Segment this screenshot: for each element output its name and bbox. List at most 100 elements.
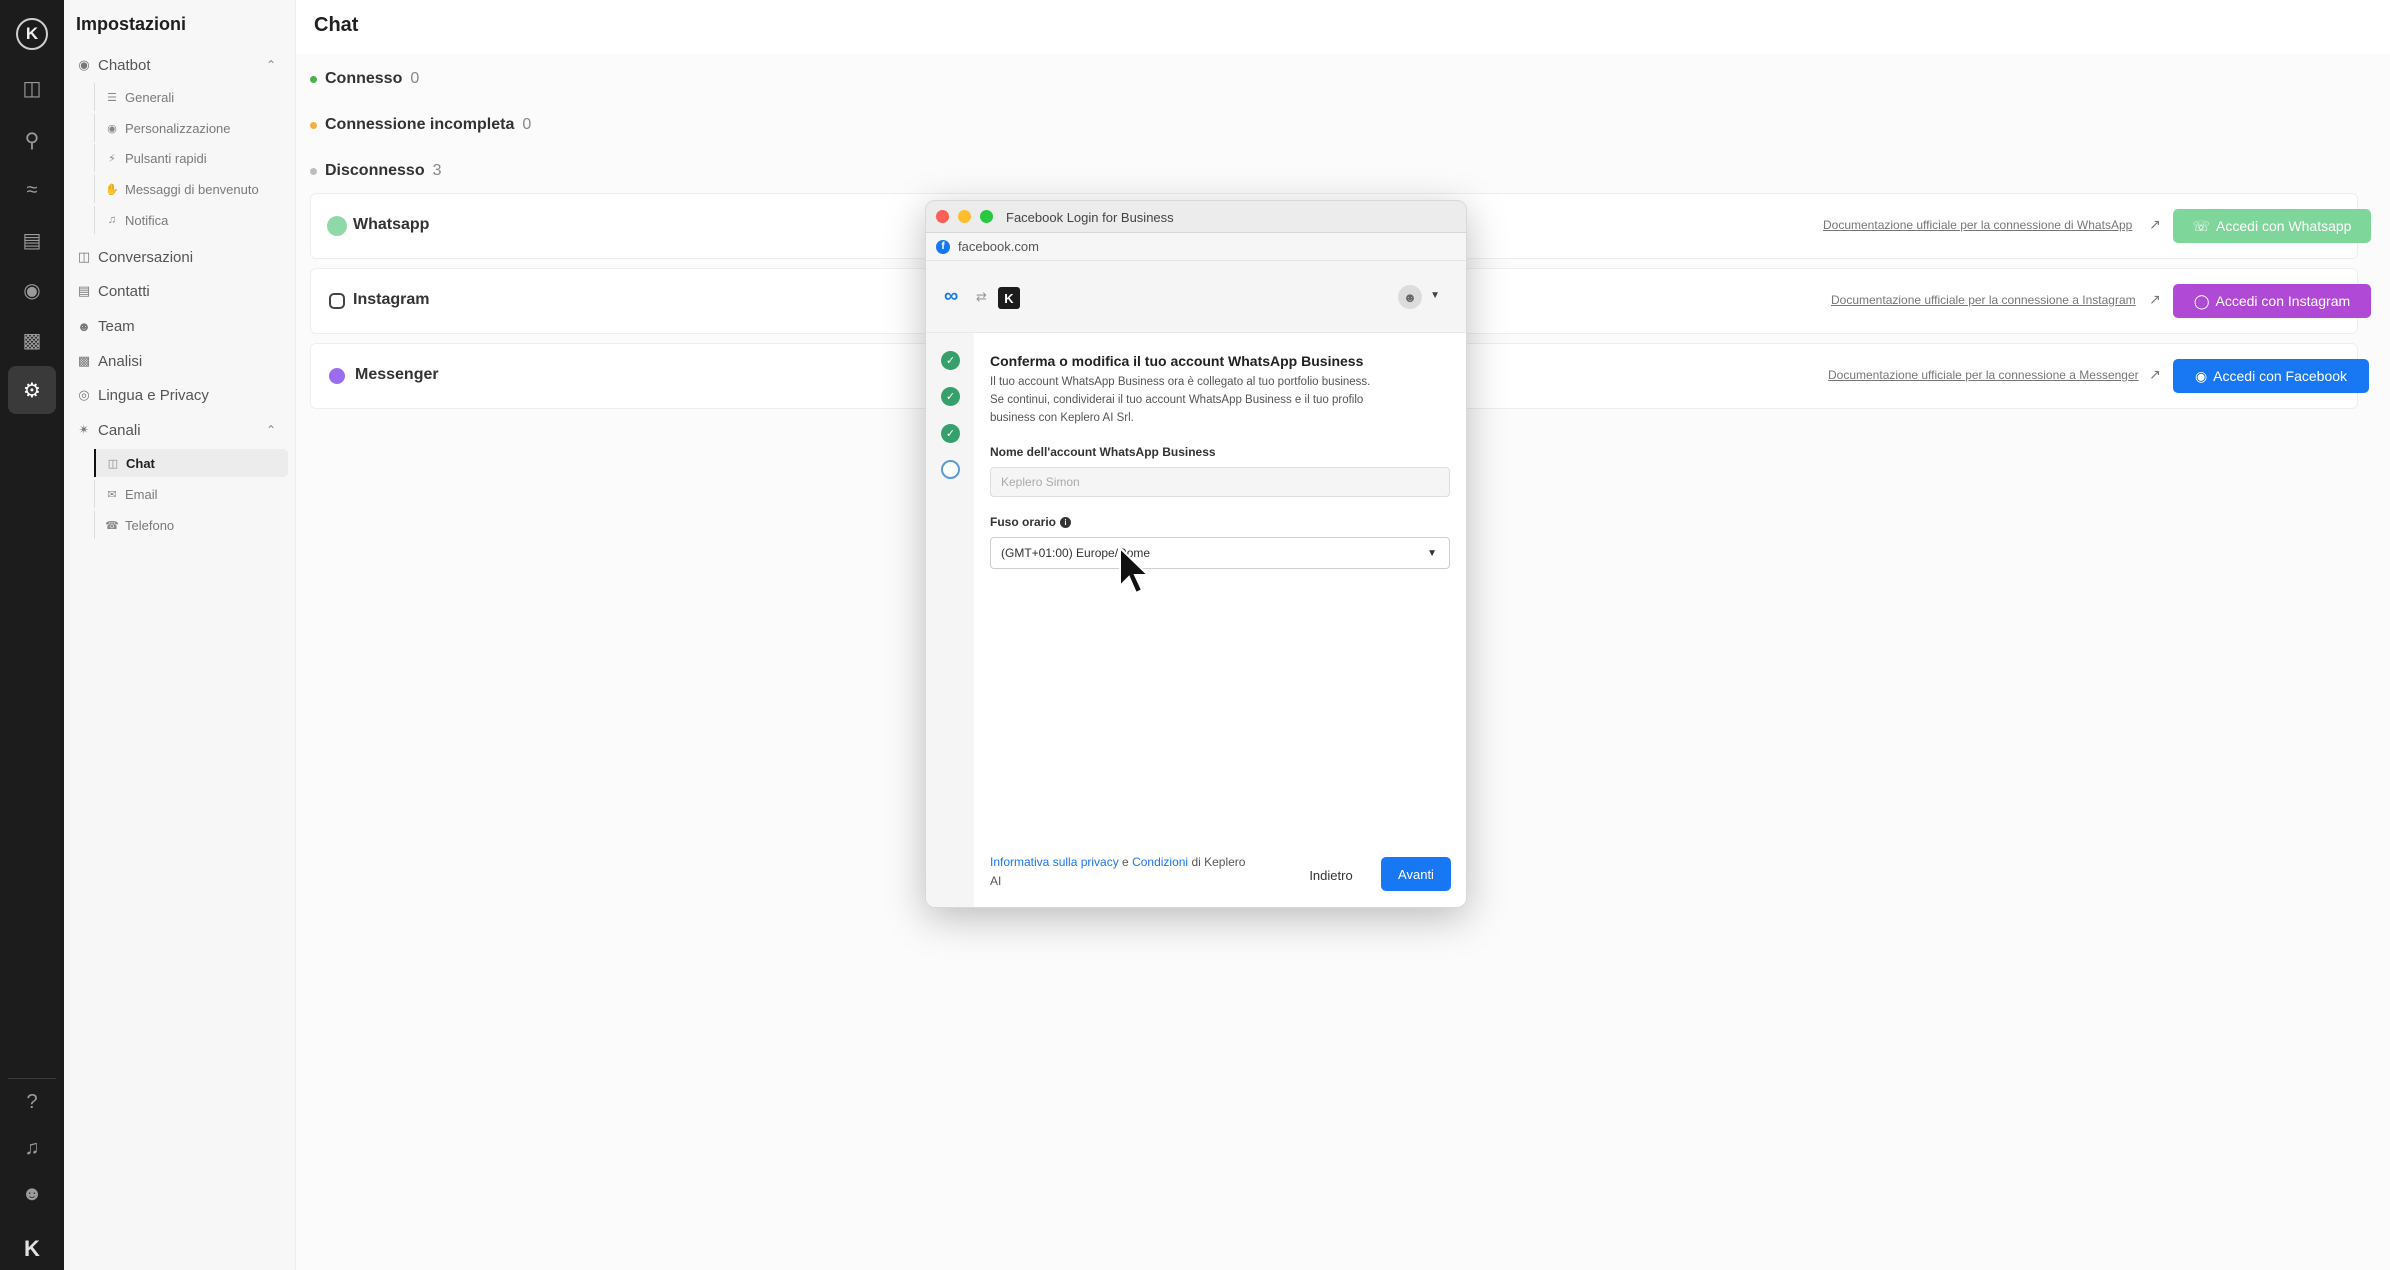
minimize-window-button[interactable] xyxy=(958,210,971,223)
chevron-up-icon: ⌃ xyxy=(265,423,276,437)
status-dot xyxy=(310,121,317,129)
chat-bubbles-icon[interactable]: ◫ xyxy=(16,72,48,104)
popup-header: ∞ ⇄ K ☻ ▼ xyxy=(926,261,1466,333)
status-dot xyxy=(310,167,317,175)
chat-bubbles-icon: ◫ xyxy=(77,249,91,264)
status-dot xyxy=(310,75,317,83)
popup-description: Il tuo account WhatsApp Business ora è c… xyxy=(990,373,1450,427)
sidebar-subitem-chat[interactable]: ◫ Chat xyxy=(94,449,288,477)
sidebar-item-label: Canali xyxy=(98,421,141,439)
step-complete-icon: ✓ xyxy=(941,424,960,443)
sidebar-item-label: Contatti xyxy=(98,282,150,300)
footer-company-suffix: AI xyxy=(990,874,1002,888)
gear-icon[interactable]: ⚙ xyxy=(8,366,56,414)
facebook-login-button[interactable]: ◉ Accedi con Facebook xyxy=(2173,359,2369,393)
account-avatar[interactable]: ☻ xyxy=(1398,285,1422,309)
status-connessione-incompleta: Connessione incompleta 0 xyxy=(310,116,531,134)
back-button[interactable]: Indietro xyxy=(1301,859,1361,891)
sidebar-item-team[interactable]: ☻ Team xyxy=(76,311,286,341)
app-logo[interactable]: K xyxy=(16,18,48,50)
maximize-window-button[interactable] xyxy=(980,210,993,223)
sidebar-subitem-label: Email xyxy=(125,486,158,502)
doc-link[interactable]: Documentazione ufficiale per la connessi… xyxy=(1823,218,2132,232)
channel-name: Messenger xyxy=(355,366,439,383)
next-button[interactable]: Avanti xyxy=(1381,857,1451,891)
status-label: Connesso xyxy=(325,70,403,87)
close-window-button[interactable] xyxy=(936,210,949,223)
sidebar-title: Impostazioni xyxy=(76,14,187,34)
popup-titlebar: Facebook Login for Business xyxy=(926,201,1466,233)
sidebar-subitem-label: Notifica xyxy=(125,212,169,228)
sidebar-item-label: Lingua e Privacy xyxy=(98,386,209,404)
button-label: Accedi con Whatsapp xyxy=(2216,218,2352,234)
whatsapp-icon xyxy=(327,216,347,236)
step-complete-icon: ✓ xyxy=(941,351,960,370)
sidebar-subitem-label: Chat xyxy=(126,455,155,471)
globe-icon: ◎ xyxy=(78,387,90,402)
status-connesso: Connesso 0 xyxy=(310,70,419,88)
sidebar-subitem-pulsanti-rapidi[interactable]: ⚡ Pulsanti rapidi xyxy=(94,144,288,172)
user-icon[interactable]: ☻ xyxy=(16,1178,48,1210)
bell-icon[interactable]: ♫ xyxy=(16,1132,48,1164)
account-name-input[interactable]: Keplero Simon xyxy=(990,467,1450,497)
sidebar-subitem-messaggi[interactable]: ✋ Messaggi di benvenuto xyxy=(94,175,288,203)
header-bar xyxy=(296,0,2390,54)
sidebar-subitem-generali[interactable]: ☰ Generali xyxy=(94,83,288,111)
status-label: Connessione incompleta xyxy=(325,116,515,133)
sidebar-subitem-label: Messaggi di benvenuto xyxy=(125,181,259,197)
account-name-label: Nome dell'account WhatsApp Business xyxy=(990,445,1216,459)
sidebar-subitem-telefono[interactable]: ☎ Telefono xyxy=(94,511,288,539)
sidebar-subitem-notifica[interactable]: ♫ Notifica xyxy=(94,206,288,234)
sidebar-item-lingua[interactable]: ◎ Lingua e Privacy xyxy=(76,380,286,410)
palette-icon: ◉ xyxy=(107,122,117,135)
url-bar: f facebook.com xyxy=(926,233,1466,261)
button-label: Accedi con Instagram xyxy=(2215,293,2351,309)
facebook-login-popup: Facebook Login for Business f facebook.c… xyxy=(925,200,1467,908)
sidebar-subitem-label: Personalizzazione xyxy=(125,120,231,136)
external-link-icon[interactable]: ↗ xyxy=(2149,291,2161,308)
wave-icon: ✋ xyxy=(105,183,119,196)
step-current-icon xyxy=(941,460,960,479)
help-icon[interactable]: ? xyxy=(16,1086,48,1118)
footer-company: di Keplero xyxy=(1188,855,1246,869)
bell-icon: ♫ xyxy=(107,214,117,226)
description-line: Se continui, condividerai il tuo account… xyxy=(990,394,1364,406)
sidebar-item-label: Conversazioni xyxy=(98,248,194,266)
sidebar-subitem-email[interactable]: ✉ Email xyxy=(94,480,288,508)
link-icon: ⇄ xyxy=(976,289,987,304)
sidebar-item-label: Analisi xyxy=(98,352,143,370)
status-count: 3 xyxy=(432,162,442,179)
instagram-login-button[interactable]: ◯ Accedi con Instagram xyxy=(2173,284,2371,318)
timezone-select[interactable]: (GMT+01:00) Europe/Rome ▼ xyxy=(990,537,1450,569)
sidebar-item-conversazioni[interactable]: ◫ Conversazioni xyxy=(76,242,286,272)
terms-link[interactable]: Condizioni xyxy=(1132,855,1188,869)
bar-chart-icon: ▩ xyxy=(77,353,91,368)
external-link-icon[interactable]: ↗ xyxy=(2149,366,2161,383)
sidebar-subitem-personalizzazione[interactable]: ◉ Personalizzazione xyxy=(94,114,288,142)
messenger-icon xyxy=(329,368,345,384)
bar-chart-icon[interactable]: ▩ xyxy=(16,324,48,356)
info-icon[interactable]: i xyxy=(1060,517,1072,528)
privacy-link[interactable]: Informativa sulla privacy xyxy=(990,855,1119,869)
phone-icon: ☎ xyxy=(105,519,119,532)
routing-icon[interactable]: ≈ xyxy=(16,174,48,206)
contacts-icon: ▤ xyxy=(77,283,91,298)
sidebar-item-chatbot[interactable]: ◉ Chatbot ⌃ xyxy=(76,50,286,80)
popup-body: Conferma o modifica il tuo account Whats… xyxy=(990,353,1450,569)
whatsapp-login-button[interactable]: ☏ Accedi con Whatsapp xyxy=(2173,209,2371,243)
contacts-book-icon[interactable]: ▤ xyxy=(16,224,48,256)
doc-link[interactable]: Documentazione ufficiale per la connessi… xyxy=(1831,293,2136,307)
external-link-icon[interactable]: ↗ xyxy=(2149,216,2161,233)
caret-down-icon[interactable]: ▼ xyxy=(1430,290,1440,301)
sidebar-item-contatti[interactable]: ▤ Contatti xyxy=(76,276,286,306)
location-pin-icon[interactable]: ⚲ xyxy=(16,124,48,156)
network-icon: ✴ xyxy=(78,422,90,437)
instagram-icon: ◯ xyxy=(2193,292,2210,309)
bot-icon[interactable]: ◉ xyxy=(16,274,48,306)
doc-link[interactable]: Documentazione ufficiale per la connessi… xyxy=(1828,368,2139,382)
sidebar-item-canali[interactable]: ✴ Canali ⌃ xyxy=(76,415,286,445)
window-title: Facebook Login for Business xyxy=(1006,210,1174,225)
description-line: Il tuo account WhatsApp Business ora è c… xyxy=(990,376,1371,388)
sidebar-item-analisi[interactable]: ▩ Analisi xyxy=(76,346,286,376)
sliders-icon: ☰ xyxy=(107,91,117,104)
